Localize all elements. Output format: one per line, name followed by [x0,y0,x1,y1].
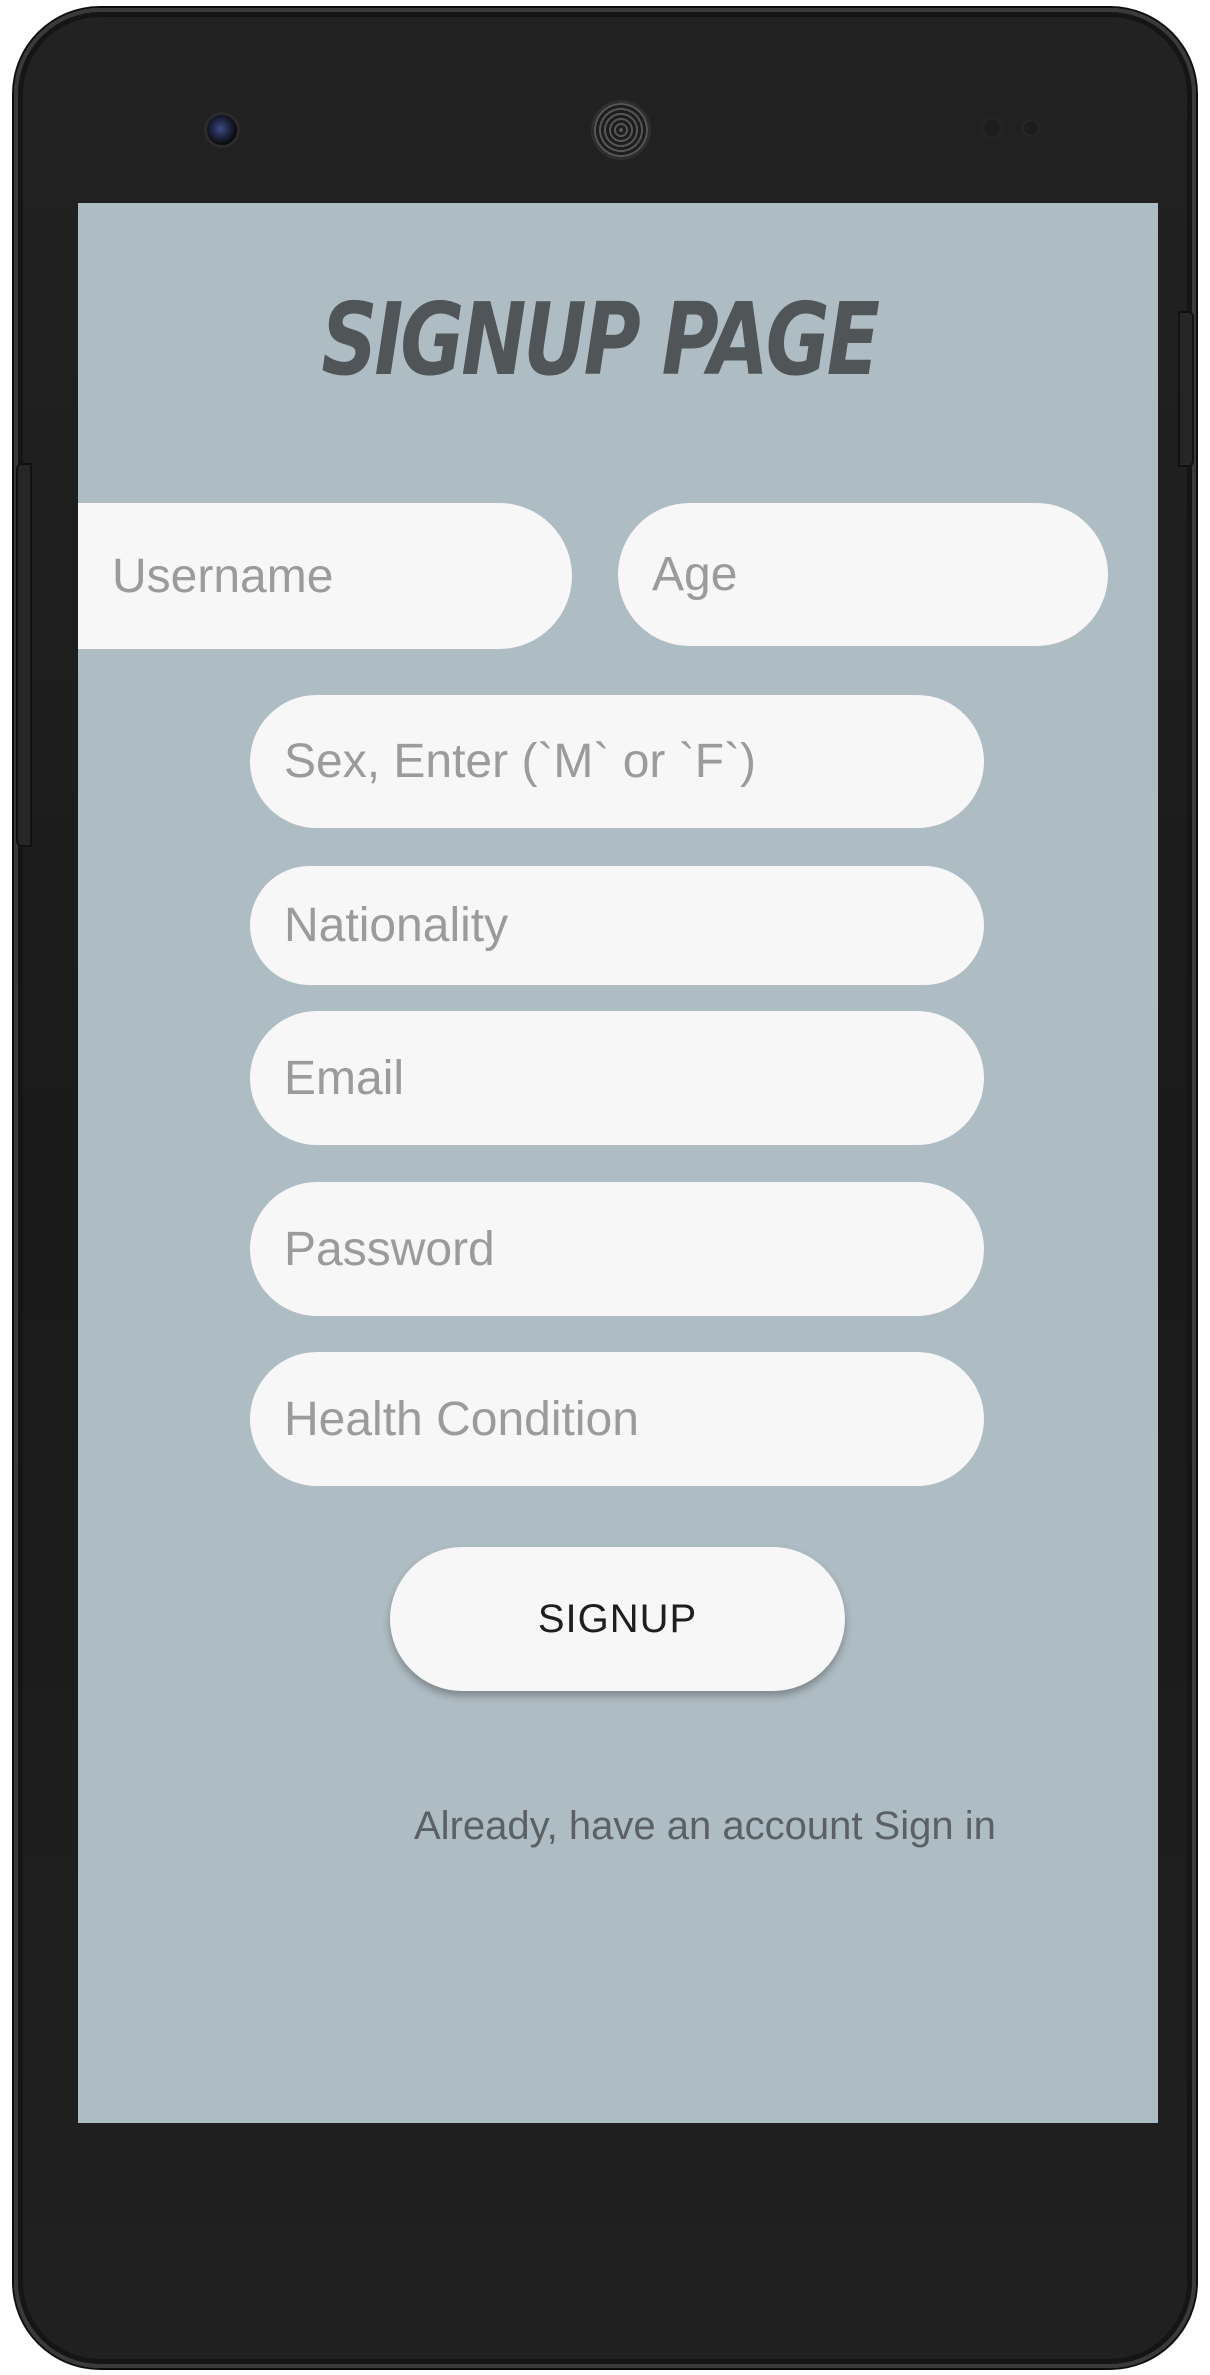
sex-input[interactable] [250,695,984,828]
password-input[interactable] [250,1182,984,1316]
front-camera-icon [204,112,240,148]
volume-button [16,463,32,847]
signup-button[interactable]: SIGNUP [390,1547,845,1691]
light-sensor-icon [1022,119,1040,137]
sign-in-link[interactable]: Already, have an account Sign in [414,1804,996,1849]
app-screen: SIGNUP PAGE SIGNUP Already, have an acco… [78,203,1158,2123]
earpiece-speaker-icon [591,100,651,160]
power-button [1178,311,1194,467]
nationality-input[interactable] [250,866,984,985]
email-input[interactable] [250,1011,984,1145]
proximity-sensor-icon [981,117,1003,139]
phone-frame: SIGNUP PAGE SIGNUP Already, have an acco… [14,8,1196,2368]
username-input[interactable] [78,503,572,649]
age-input[interactable] [618,503,1108,646]
page-title: SIGNUP PAGE [321,281,880,398]
health-condition-input[interactable] [250,1352,984,1486]
